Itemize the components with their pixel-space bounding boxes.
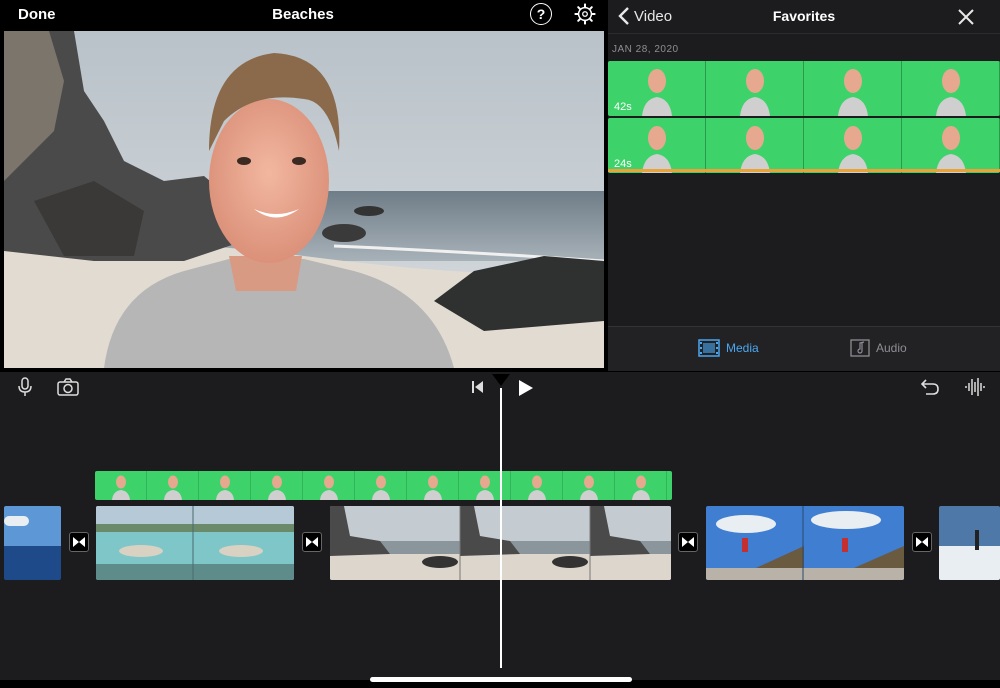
music-note-icon: [850, 339, 870, 357]
transition-icon: [916, 537, 928, 547]
transition-icon: [682, 537, 694, 547]
clip-thumbnail: [902, 61, 1000, 116]
media-clip-42s[interactable]: 42s: [608, 61, 1000, 116]
transition-icon: [73, 537, 85, 547]
transition-icon: [306, 537, 318, 547]
video-viewer[interactable]: [4, 31, 604, 368]
transition-button[interactable]: [302, 532, 322, 552]
project-title: Beaches: [272, 6, 334, 23]
clip-thumbnail: [407, 471, 459, 500]
used-range-indicator: [608, 169, 1000, 172]
playhead[interactable]: [500, 388, 502, 668]
browser-tab-bar: Media Audio: [608, 326, 1000, 371]
clip-thumbnail: 42s: [608, 61, 706, 116]
video-clip-ocean[interactable]: [4, 506, 61, 580]
home-indicator[interactable]: [370, 677, 632, 682]
clip-thumbnail: [706, 118, 804, 173]
play-icon[interactable]: [517, 378, 535, 398]
tab-audio-label: Audio: [876, 341, 907, 355]
skip-to-start-icon[interactable]: [471, 380, 485, 394]
video-clip-lagoon[interactable]: [96, 506, 294, 580]
clip-thumbnail: [355, 471, 407, 500]
date-header: JAN 28, 2020: [612, 44, 679, 55]
clip-thumbnail: [199, 471, 251, 500]
transition-button[interactable]: [912, 532, 932, 552]
video-clip-jumping[interactable]: [706, 506, 904, 580]
camera-icon[interactable]: [57, 378, 79, 396]
clip-thumbnail: [804, 61, 902, 116]
video-clip-surf[interactable]: [939, 506, 1000, 580]
settings-gear-icon[interactable]: [574, 3, 596, 25]
tab-media[interactable]: Media: [698, 339, 759, 357]
clip-thumbnail: [511, 471, 563, 500]
viewer-frame-image: [4, 31, 604, 368]
tab-audio[interactable]: Audio: [850, 339, 907, 357]
close-icon[interactable]: [956, 7, 976, 27]
clip-thumbnail: [95, 471, 147, 500]
clip-thumbnail: [615, 471, 667, 500]
browser-title: Favorites: [772, 8, 836, 24]
clip-thumbnail: [563, 471, 615, 500]
media-browser-panel: Video Favorites JAN 28, 2020 42s 24s Med…: [608, 0, 1000, 371]
clip-thumbnail: [459, 471, 511, 500]
green-screen-clip-track[interactable]: [95, 471, 672, 500]
clip-thumbnail: [902, 118, 1000, 173]
film-strip-icon: [698, 339, 720, 357]
audio-waveform-icon[interactable]: [964, 377, 986, 397]
clip-thumbnail: [147, 471, 199, 500]
microphone-icon[interactable]: [17, 377, 33, 397]
clip-thumbnail: [303, 471, 355, 500]
clip-duration: 42s: [614, 101, 632, 113]
playhead-marker: [492, 374, 510, 386]
transition-button[interactable]: [69, 532, 89, 552]
clip-thumbnail: [706, 61, 804, 116]
tab-media-label: Media: [726, 341, 759, 355]
transition-button[interactable]: [678, 532, 698, 552]
media-clip-24s[interactable]: 24s: [608, 118, 1000, 173]
clip-thumbnail: [251, 471, 303, 500]
clip-thumbnail: 24s: [608, 118, 706, 173]
undo-icon[interactable]: [920, 378, 940, 396]
help-icon[interactable]: ?: [530, 3, 552, 25]
clip-thumbnail: [804, 118, 902, 173]
